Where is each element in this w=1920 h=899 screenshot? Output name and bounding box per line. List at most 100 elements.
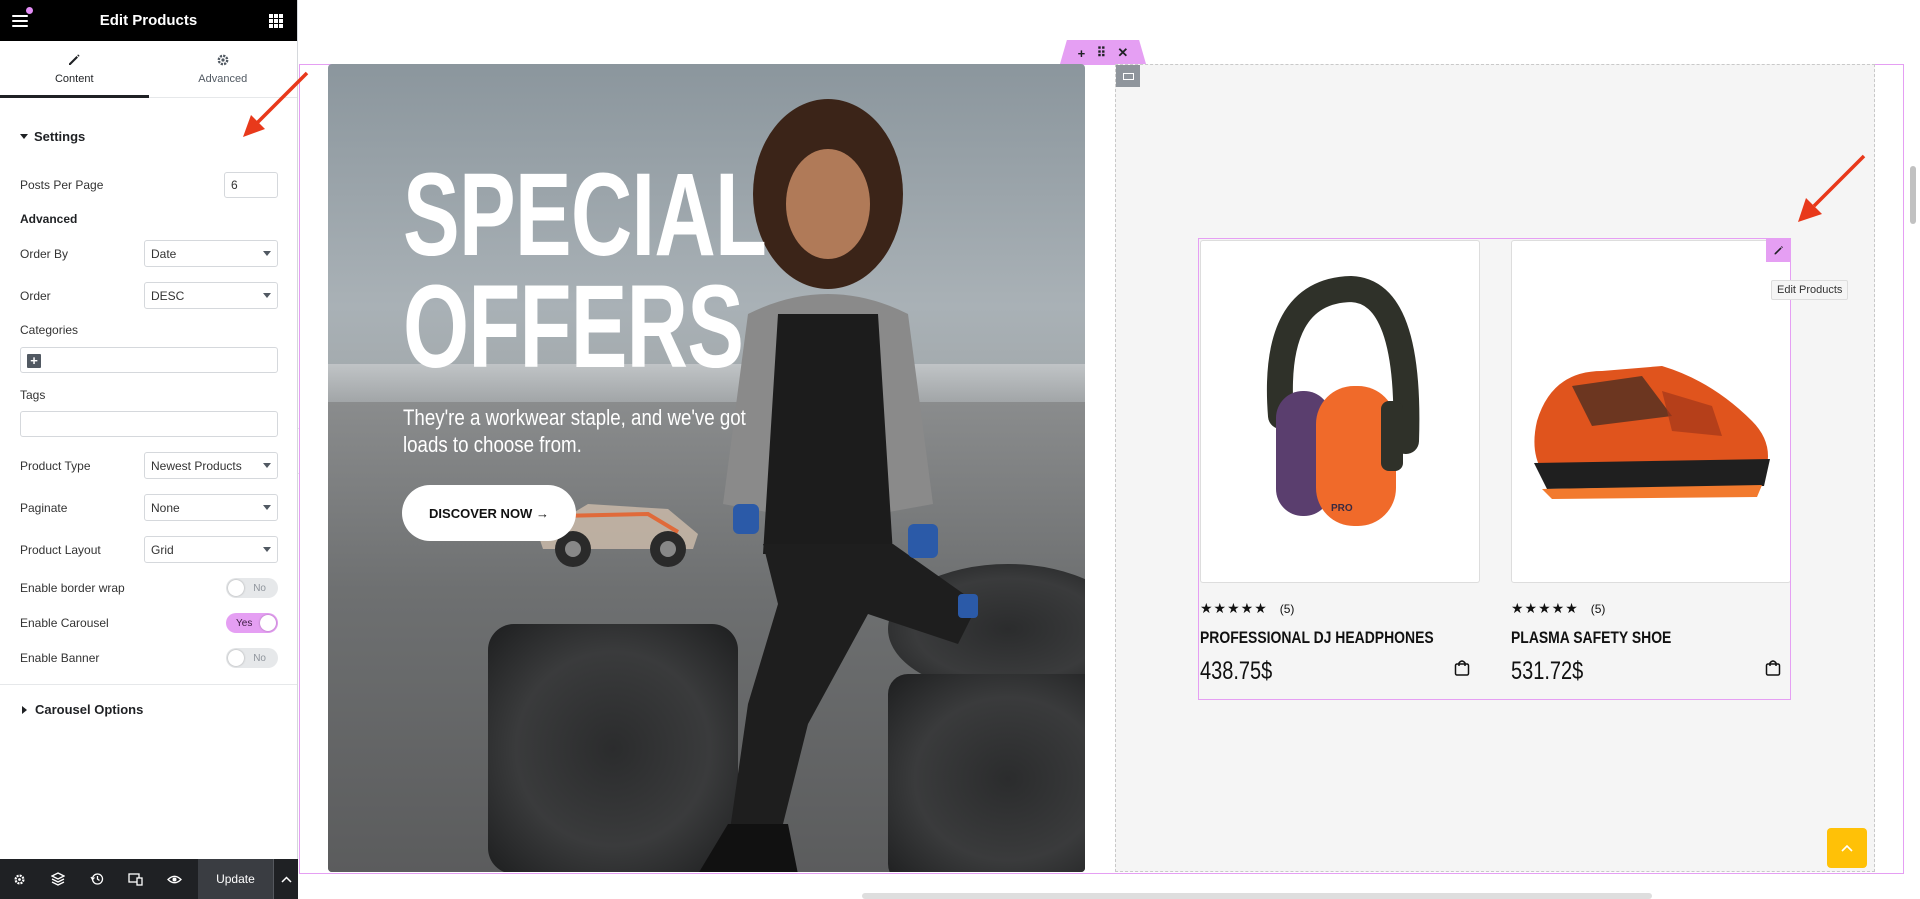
- border-wrap-control: Enable border wrap No: [20, 578, 278, 598]
- settings-button[interactable]: [0, 859, 39, 899]
- chevron-up-icon: [1841, 844, 1853, 852]
- edit-widget-button[interactable]: [1766, 238, 1791, 262]
- banner-state: No: [253, 652, 266, 664]
- toggle-knob: [228, 650, 244, 666]
- border-wrap-state: No: [253, 582, 266, 594]
- update-options-button[interactable]: [273, 859, 298, 899]
- chevron-down-icon: [263, 463, 271, 468]
- product-type-value: Newest Products: [151, 458, 242, 473]
- hero-title-line1: SPECIAL: [403, 149, 767, 281]
- product-layout-select[interactable]: Grid: [144, 536, 278, 563]
- order-by-label: Order By: [20, 246, 69, 261]
- pencil-icon: [1774, 245, 1783, 254]
- posts-per-page-label: Posts Per Page: [20, 178, 104, 192]
- hero-title: SPECIAL OFFERS: [403, 149, 767, 393]
- tags-label: Tags: [20, 388, 46, 402]
- gear-icon: [14, 873, 25, 885]
- product-layout-control: Product Layout Grid: [20, 536, 278, 563]
- order-label: Order: [20, 288, 51, 303]
- carousel-toggle[interactable]: Yes: [226, 613, 278, 633]
- add-section-icon[interactable]: +: [1078, 46, 1086, 61]
- chevron-down-icon: [263, 547, 271, 552]
- order-control: Order DESC: [20, 282, 278, 309]
- toggle-knob: [260, 615, 276, 631]
- categories-label: Categories: [20, 323, 79, 337]
- product-type-select[interactable]: Newest Products: [144, 452, 278, 479]
- column-icon: [1122, 72, 1134, 80]
- chevron-down-icon: [263, 251, 271, 256]
- delete-section-icon[interactable]: ✕: [1117, 45, 1128, 61]
- settings-toggle[interactable]: Settings: [20, 118, 277, 154]
- chevron-up-icon: [281, 875, 292, 883]
- banner-label: Enable Banner: [20, 651, 100, 665]
- hero-subtitle: They're a workwear staple, and we've got…: [403, 405, 746, 457]
- section-handle: + ⠿ ✕: [1060, 40, 1146, 64]
- advanced-heading: Advanced: [20, 212, 78, 226]
- tab-advanced-label: Advanced: [198, 73, 248, 85]
- drag-handle-icon[interactable]: ⠿: [1097, 45, 1107, 61]
- order-by-value: Date: [151, 246, 177, 261]
- column-handle[interactable]: [1116, 65, 1140, 87]
- eye-icon: [166, 875, 182, 883]
- panel-title: Edit Products: [99, 12, 198, 29]
- hero-banner: SPECIAL OFFERS They're a workwear staple…: [328, 64, 1085, 872]
- history-icon: [90, 873, 103, 885]
- settings-section: Settings: [0, 118, 297, 154]
- caret-right-icon: [22, 705, 27, 714]
- products-widget-outline: [1198, 238, 1791, 700]
- posts-per-page-input[interactable]: 6: [224, 172, 278, 198]
- editor-panel: Edit Products Content Advanced Settings …: [0, 0, 298, 899]
- product-type-control: Product Type Newest Products: [20, 452, 278, 479]
- update-button[interactable]: Update: [197, 859, 274, 899]
- carousel-options-title: Carousel Options: [35, 702, 144, 717]
- paginate-label: Paginate: [20, 500, 68, 515]
- panel-tabs: Content Advanced: [0, 41, 297, 98]
- tab-advanced[interactable]: Advanced: [149, 41, 298, 97]
- plus-icon[interactable]: +: [27, 354, 41, 368]
- chevron-down-icon: [263, 505, 271, 510]
- carousel-control: Enable Carousel Yes: [20, 613, 278, 633]
- responsive-button[interactable]: [116, 859, 155, 899]
- posts-per-page-control: Posts Per Page 6: [20, 172, 278, 198]
- tab-content-label: Content: [54, 73, 94, 85]
- carousel-state: Yes: [236, 617, 253, 629]
- tab-content[interactable]: Content: [0, 41, 149, 98]
- preview-button[interactable]: [155, 859, 194, 899]
- toggle-knob: [228, 580, 244, 596]
- notification-dot: [26, 7, 33, 14]
- edit-products-tooltip: Edit Products: [1771, 280, 1849, 300]
- navigator-button[interactable]: [39, 859, 78, 899]
- widgets-grid-icon[interactable]: [268, 13, 283, 28]
- pencil-icon: [69, 54, 80, 65]
- panel-header: Edit Products: [0, 0, 297, 41]
- menu-icon[interactable]: [12, 14, 28, 27]
- vertical-scrollbar[interactable]: [1910, 166, 1916, 224]
- categories-input[interactable]: +: [20, 347, 278, 373]
- order-value: DESC: [151, 288, 185, 303]
- paginate-control: Paginate None: [20, 494, 278, 521]
- gear-icon: [217, 54, 229, 66]
- order-select[interactable]: DESC: [144, 282, 278, 309]
- carousel-label: Enable Carousel: [20, 616, 109, 630]
- products-column: PRO ★★★★★ (5) PROFESSIONAL DJ HEADPHONES…: [1115, 64, 1875, 872]
- chevron-down-icon: [263, 293, 271, 298]
- history-button[interactable]: [77, 859, 116, 899]
- caret-down-icon: [20, 133, 28, 139]
- carousel-options-section[interactable]: Carousel Options: [0, 684, 297, 734]
- paginate-select[interactable]: None: [144, 494, 278, 521]
- product-layout-value: Grid: [151, 542, 174, 557]
- tags-input[interactable]: [20, 411, 278, 437]
- banner-toggle[interactable]: No: [226, 648, 278, 668]
- product-type-label: Product Type: [20, 458, 91, 473]
- scroll-to-top-button[interactable]: [1827, 828, 1867, 868]
- border-wrap-toggle[interactable]: No: [226, 578, 278, 598]
- order-by-select[interactable]: Date: [144, 240, 278, 267]
- responsive-icon: [128, 872, 143, 886]
- hero-title-line2: OFFERS: [403, 261, 744, 393]
- banner-control: Enable Banner No: [20, 648, 278, 668]
- paginate-value: None: [151, 500, 180, 515]
- horizontal-scrollbar[interactable]: [862, 893, 1652, 899]
- discover-now-button[interactable]: DISCOVER NOW →: [402, 485, 576, 541]
- product-layout-label: Product Layout: [20, 542, 101, 557]
- editor-canvas: + ⠿ ✕ SPECIAL OFFERS They're a workwear …: [299, 0, 1920, 899]
